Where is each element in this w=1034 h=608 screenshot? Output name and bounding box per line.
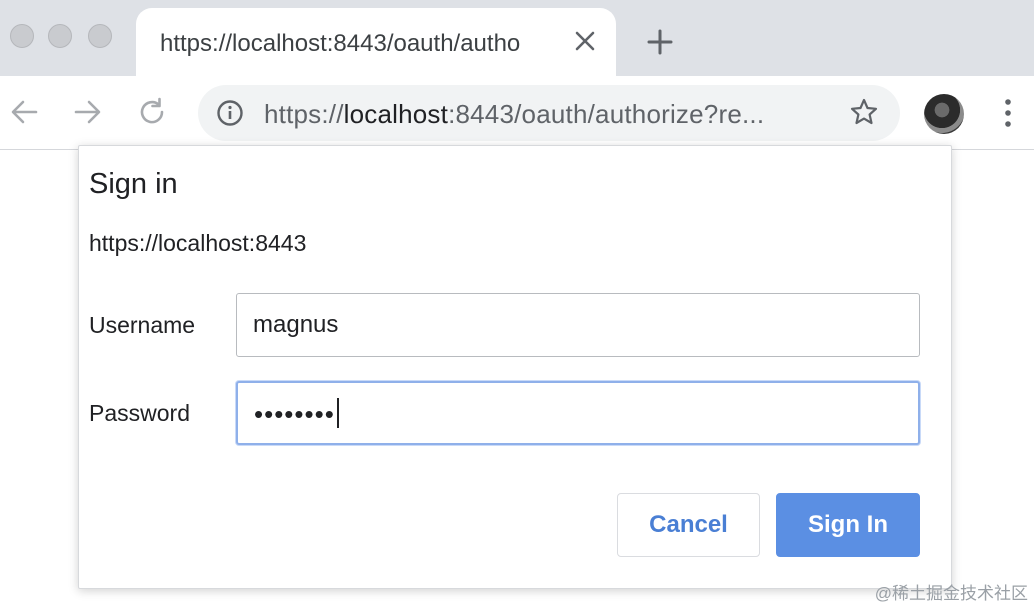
address-bar[interactable]: https://localhost:8443/oauth/authorize?r… <box>198 85 900 141</box>
dialog-title: Sign in <box>89 168 178 200</box>
arrow-right-icon[interactable] <box>72 96 104 128</box>
plus-icon[interactable] <box>646 28 674 56</box>
watermark-text: @稀土掘金技术社区 <box>874 584 1028 603</box>
password-mask: •••••••• <box>254 398 339 430</box>
password-label: Password <box>89 400 190 426</box>
kebab-menu-icon[interactable] <box>996 96 1020 130</box>
window-minimize-button[interactable] <box>48 24 72 48</box>
username-field[interactable] <box>236 293 920 357</box>
info-icon[interactable] <box>216 99 244 127</box>
arrow-left-icon[interactable] <box>8 96 40 128</box>
window-zoom-button[interactable] <box>88 24 112 48</box>
url-host: localhost <box>343 99 449 129</box>
cancel-button[interactable]: Cancel <box>617 493 760 557</box>
star-icon[interactable] <box>849 97 879 127</box>
close-icon[interactable] <box>572 28 598 54</box>
tab-strip: https://localhost:8443/oauth/autho <box>0 0 1034 76</box>
url-scheme: https:// <box>264 99 344 129</box>
sign-in-dialog: Sign in https://localhost:8443 Username … <box>78 145 952 589</box>
text-caret <box>336 398 339 428</box>
tab-title: https://localhost:8443/oauth/autho <box>160 30 521 57</box>
url-text[interactable]: https://localhost:8443/oauth/authorize?r… <box>264 99 844 130</box>
reload-icon[interactable] <box>136 96 168 128</box>
window-close-button[interactable] <box>10 24 34 48</box>
profile-avatar[interactable] <box>924 94 964 134</box>
url-rest: :8443/oauth/authorize?re... <box>448 99 765 129</box>
sign-in-button[interactable]: Sign In <box>776 493 920 557</box>
dialog-origin: https://localhost:8443 <box>89 230 307 256</box>
password-field[interactable]: •••••••• <box>236 381 920 445</box>
username-label: Username <box>89 312 196 338</box>
browser-toolbar: https://localhost:8443/oauth/authorize?r… <box>0 76 1034 150</box>
browser-tab[interactable]: https://localhost:8443/oauth/autho <box>136 8 616 76</box>
